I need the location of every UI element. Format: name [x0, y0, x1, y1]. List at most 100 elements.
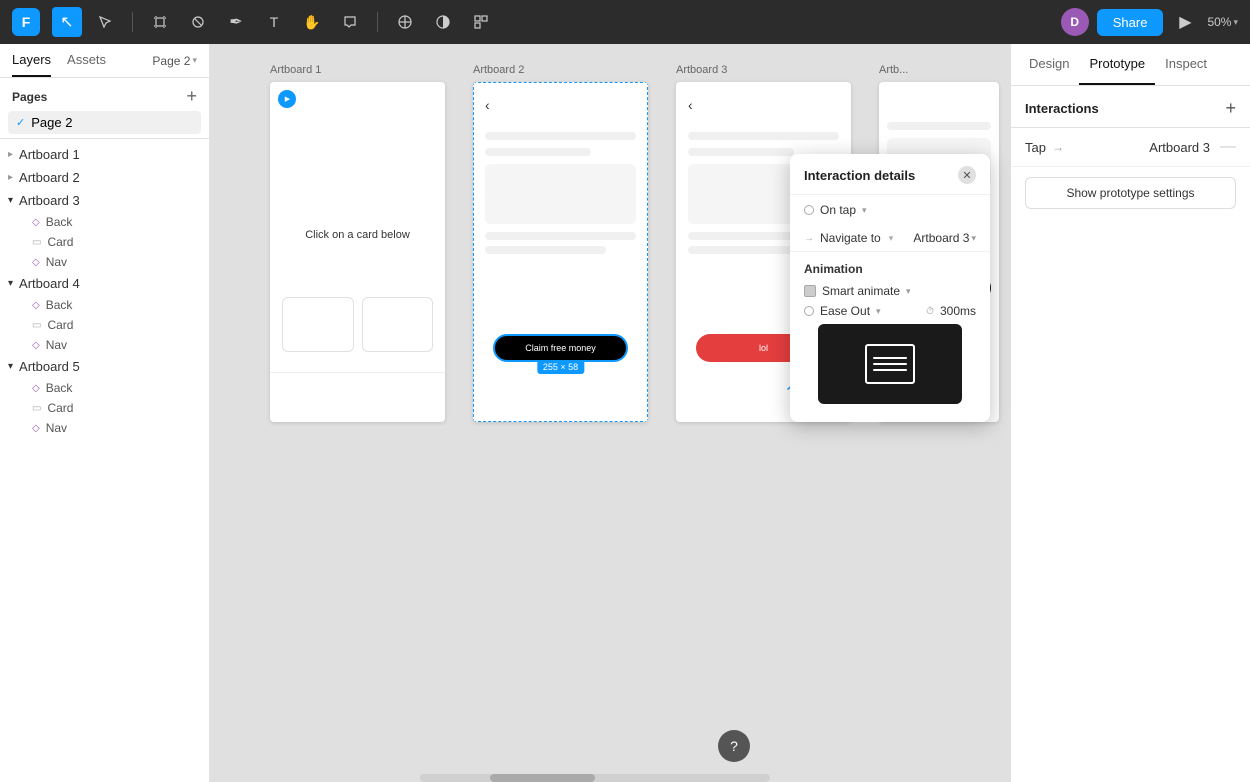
- artboard-expand-icon-2: ▸: [8, 172, 13, 183]
- pen-tool[interactable]: ✒: [221, 7, 251, 37]
- move-tool[interactable]: ↖: [52, 7, 82, 37]
- artboard-3-label: Artboard 3: [676, 64, 727, 76]
- frame-tool[interactable]: [145, 7, 175, 37]
- layer-back-3[interactable]: ◇ Back: [24, 212, 209, 232]
- ease-out-radio[interactable]: [804, 306, 814, 316]
- layer-nav-5[interactable]: ◇ Nav: [24, 418, 209, 438]
- toolbar-right: D Share ▶ 50% ▾: [1061, 8, 1238, 36]
- artboard-item-1[interactable]: ▸ Artboard 1: [0, 143, 209, 166]
- play-button[interactable]: ▶: [1171, 8, 1199, 36]
- artboard-5-children: ◇ Back ▭ Card ◇ Nav: [0, 378, 209, 438]
- artboard-expand-icon-5: ▾: [8, 361, 13, 372]
- preview-line-2: [873, 363, 907, 365]
- artboard-2-content: [485, 132, 636, 254]
- hand-tool[interactable]: ✋: [297, 7, 327, 37]
- modal-action-row: → Navigate to ▾ Artboard 3 ▾: [790, 225, 990, 252]
- user-avatar: D: [1061, 8, 1089, 36]
- card-1[interactable]: [282, 297, 354, 352]
- component-icon-nav-5: ◇: [32, 423, 40, 434]
- artboard-3-children: ◇ Back ▭ Card ◇ Nav: [0, 212, 209, 272]
- zoom-control[interactable]: 50% ▾: [1207, 15, 1238, 29]
- bottom-scrollbar[interactable]: [420, 774, 770, 782]
- layer-card-3[interactable]: ▭ Card: [24, 232, 209, 252]
- add-page-button[interactable]: +: [186, 86, 197, 107]
- layer-back-4[interactable]: ◇ Back: [24, 295, 209, 315]
- artboard-item-5[interactable]: ▾ Artboard 5: [0, 355, 209, 378]
- on-tap-radio[interactable]: [804, 205, 814, 215]
- modal-header: Interaction details ✕: [790, 154, 990, 195]
- modal-close-button[interactable]: ✕: [958, 166, 976, 184]
- modal-trigger-label: On tap: [820, 203, 856, 217]
- artboard-expand-icon-4: ▾: [8, 278, 13, 289]
- scrollbar-thumb[interactable]: [490, 774, 595, 782]
- interactions-title: Interactions: [1025, 101, 1099, 116]
- modal-action-target: Artboard 3 ▾: [913, 231, 976, 245]
- artboard-2-button[interactable]: Claim free money: [493, 334, 628, 362]
- arrange-tool[interactable]: [466, 7, 496, 37]
- select-tool[interactable]: [90, 7, 120, 37]
- action-arrow-icon: →: [804, 233, 814, 244]
- artboard-1-cards: [282, 297, 433, 352]
- preview-animation-icon: [865, 344, 915, 384]
- ease-out-row: Ease Out ▾ ⏱ 300ms: [804, 304, 976, 318]
- main-layout: Layers Assets Page 2 ▾ Pages + ✓ Page 2 …: [0, 44, 1250, 782]
- tab-prototype[interactable]: Prototype: [1079, 44, 1155, 85]
- show-prototype-button[interactable]: Show prototype settings: [1025, 177, 1236, 209]
- artboard-expand-icon-3: ▾: [8, 195, 13, 206]
- text-tool[interactable]: T: [259, 7, 289, 37]
- smart-animate-checkbox[interactable]: [804, 285, 816, 297]
- artboard-1-frame[interactable]: Click on a card below: [270, 82, 445, 422]
- modal-trigger-value: ▾: [862, 205, 867, 216]
- artboard-item-4[interactable]: ▾ Artboard 4: [0, 272, 209, 295]
- canvas-area[interactable]: Artboard 1 Click on a card below Artboar…: [210, 44, 1010, 782]
- artboard-item-2[interactable]: ▸ Artboard 2: [0, 166, 209, 189]
- artboard-expand-icon-1: ▸: [8, 149, 13, 160]
- artboard-3-back[interactable]: ‹: [688, 97, 693, 113]
- frame-icon-4: ▭: [32, 320, 41, 331]
- layer-card-4[interactable]: ▭ Card: [24, 315, 209, 335]
- preview-line-3: [873, 369, 907, 371]
- interaction-target: Artboard 3: [1149, 140, 1210, 155]
- layer-card-5[interactable]: ▭ Card: [24, 398, 209, 418]
- artboard-2-frame[interactable]: ‹ Claim free money 255 × 58: [473, 82, 648, 422]
- contrast-tool[interactable]: [428, 7, 458, 37]
- trigger-chevron: ▾: [862, 205, 867, 216]
- component-tool[interactable]: [390, 7, 420, 37]
- page-item[interactable]: ✓ Page 2: [8, 111, 201, 134]
- interaction-trigger: Tap: [1025, 140, 1046, 155]
- component-icon-5: ◇: [32, 383, 40, 394]
- add-interaction-button[interactable]: +: [1225, 98, 1236, 119]
- animation-preview: [818, 324, 962, 404]
- toolbar: F ↖ ✒ T ✋: [0, 0, 1250, 44]
- layer-nav-3[interactable]: ◇ Nav: [24, 252, 209, 272]
- comment-tool[interactable]: [335, 7, 365, 37]
- artboard-1-container: Artboard 1 Click on a card below: [270, 64, 445, 422]
- shape-tool[interactable]: [183, 7, 213, 37]
- component-icon-4: ◇: [32, 300, 40, 311]
- ease-out-label: Ease Out: [820, 304, 870, 318]
- remove-interaction-button[interactable]: —: [1220, 138, 1236, 156]
- card-2[interactable]: [362, 297, 434, 352]
- artboard-2-back[interactable]: ‹: [485, 97, 490, 113]
- artboard-item-3[interactable]: ▾ Artboard 3: [0, 189, 209, 212]
- tab-design[interactable]: Design: [1019, 44, 1079, 85]
- left-sidebar: Layers Assets Page 2 ▾ Pages + ✓ Page 2 …: [0, 44, 210, 782]
- artboard-2-container: Artboard 2 ‹ Claim free money 255 × 58: [473, 64, 648, 422]
- pages-list: ✓ Page 2: [0, 111, 209, 134]
- right-panel: Design Prototype Inspect Interactions + …: [1010, 44, 1250, 782]
- share-button[interactable]: Share: [1097, 9, 1164, 36]
- help-button[interactable]: ?: [718, 730, 750, 762]
- app-logo[interactable]: F: [12, 8, 40, 36]
- tab-layers[interactable]: Layers: [12, 52, 51, 77]
- tab-assets[interactable]: Assets: [67, 52, 106, 77]
- layer-nav-4[interactable]: ◇ Nav: [24, 335, 209, 355]
- right-panel-tabs: Design Prototype Inspect: [1011, 44, 1250, 86]
- layer-back-5[interactable]: ◇ Back: [24, 378, 209, 398]
- modal-trigger-row: On tap ▾: [790, 195, 990, 225]
- animation-section: Animation Smart animate ▾ Ease Out ▾ ⏱ 3…: [790, 252, 990, 422]
- artboard-1-play-indicator: [278, 90, 296, 108]
- frame-icon-5: ▭: [32, 403, 41, 414]
- component-icon-nav-3: ◇: [32, 257, 40, 268]
- page-selector-label[interactable]: Page 2: [152, 54, 190, 68]
- tab-inspect[interactable]: Inspect: [1155, 44, 1217, 85]
